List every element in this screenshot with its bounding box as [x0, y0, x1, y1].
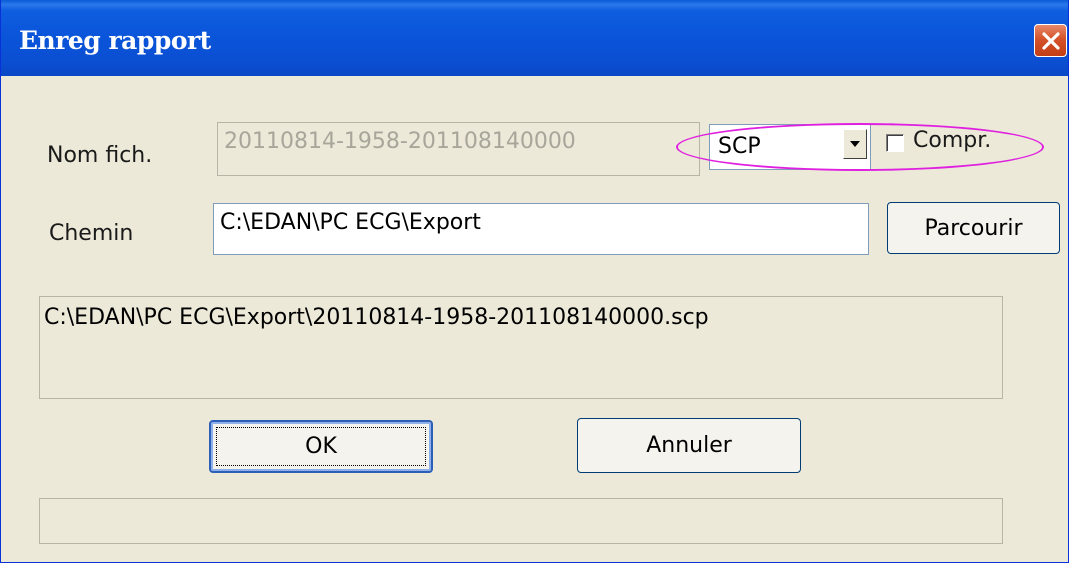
compress-label[interactable]: Compr.: [913, 128, 991, 153]
compress-checkbox[interactable]: [886, 134, 904, 152]
focus-rectangle: [216, 427, 426, 466]
status-area: [39, 498, 1003, 544]
close-button[interactable]: [1034, 24, 1067, 57]
dropdown-button[interactable]: [843, 129, 867, 159]
filename-field: 20110814-1958-201108140000: [217, 122, 700, 176]
cancel-button[interactable]: Annuler: [577, 418, 801, 473]
window-title: Enreg rapport: [19, 26, 211, 55]
save-report-dialog: Enreg rapport Nom fich. 20110814-1958-20…: [0, 0, 1069, 563]
path-input[interactable]: C:\EDAN\PC ECG\Export: [213, 203, 869, 255]
path-label: Chemin: [49, 221, 134, 246]
ok-button[interactable]: OK: [209, 420, 433, 473]
format-selected-value: SCP: [718, 134, 761, 159]
browse-button[interactable]: Parcourir: [887, 202, 1060, 254]
filename-label: Nom fich.: [47, 143, 153, 168]
dialog-body: Nom fich. 20110814-1958-201108140000 SCP…: [9, 76, 1062, 556]
close-icon: [1041, 31, 1060, 50]
chevron-down-icon: [850, 141, 860, 147]
title-bar[interactable]: Enreg rapport: [1, 0, 1068, 76]
full-path-display: C:\EDAN\PC ECG\Export\20110814-1958-2011…: [39, 296, 1003, 399]
format-dropdown[interactable]: SCP: [709, 124, 871, 170]
